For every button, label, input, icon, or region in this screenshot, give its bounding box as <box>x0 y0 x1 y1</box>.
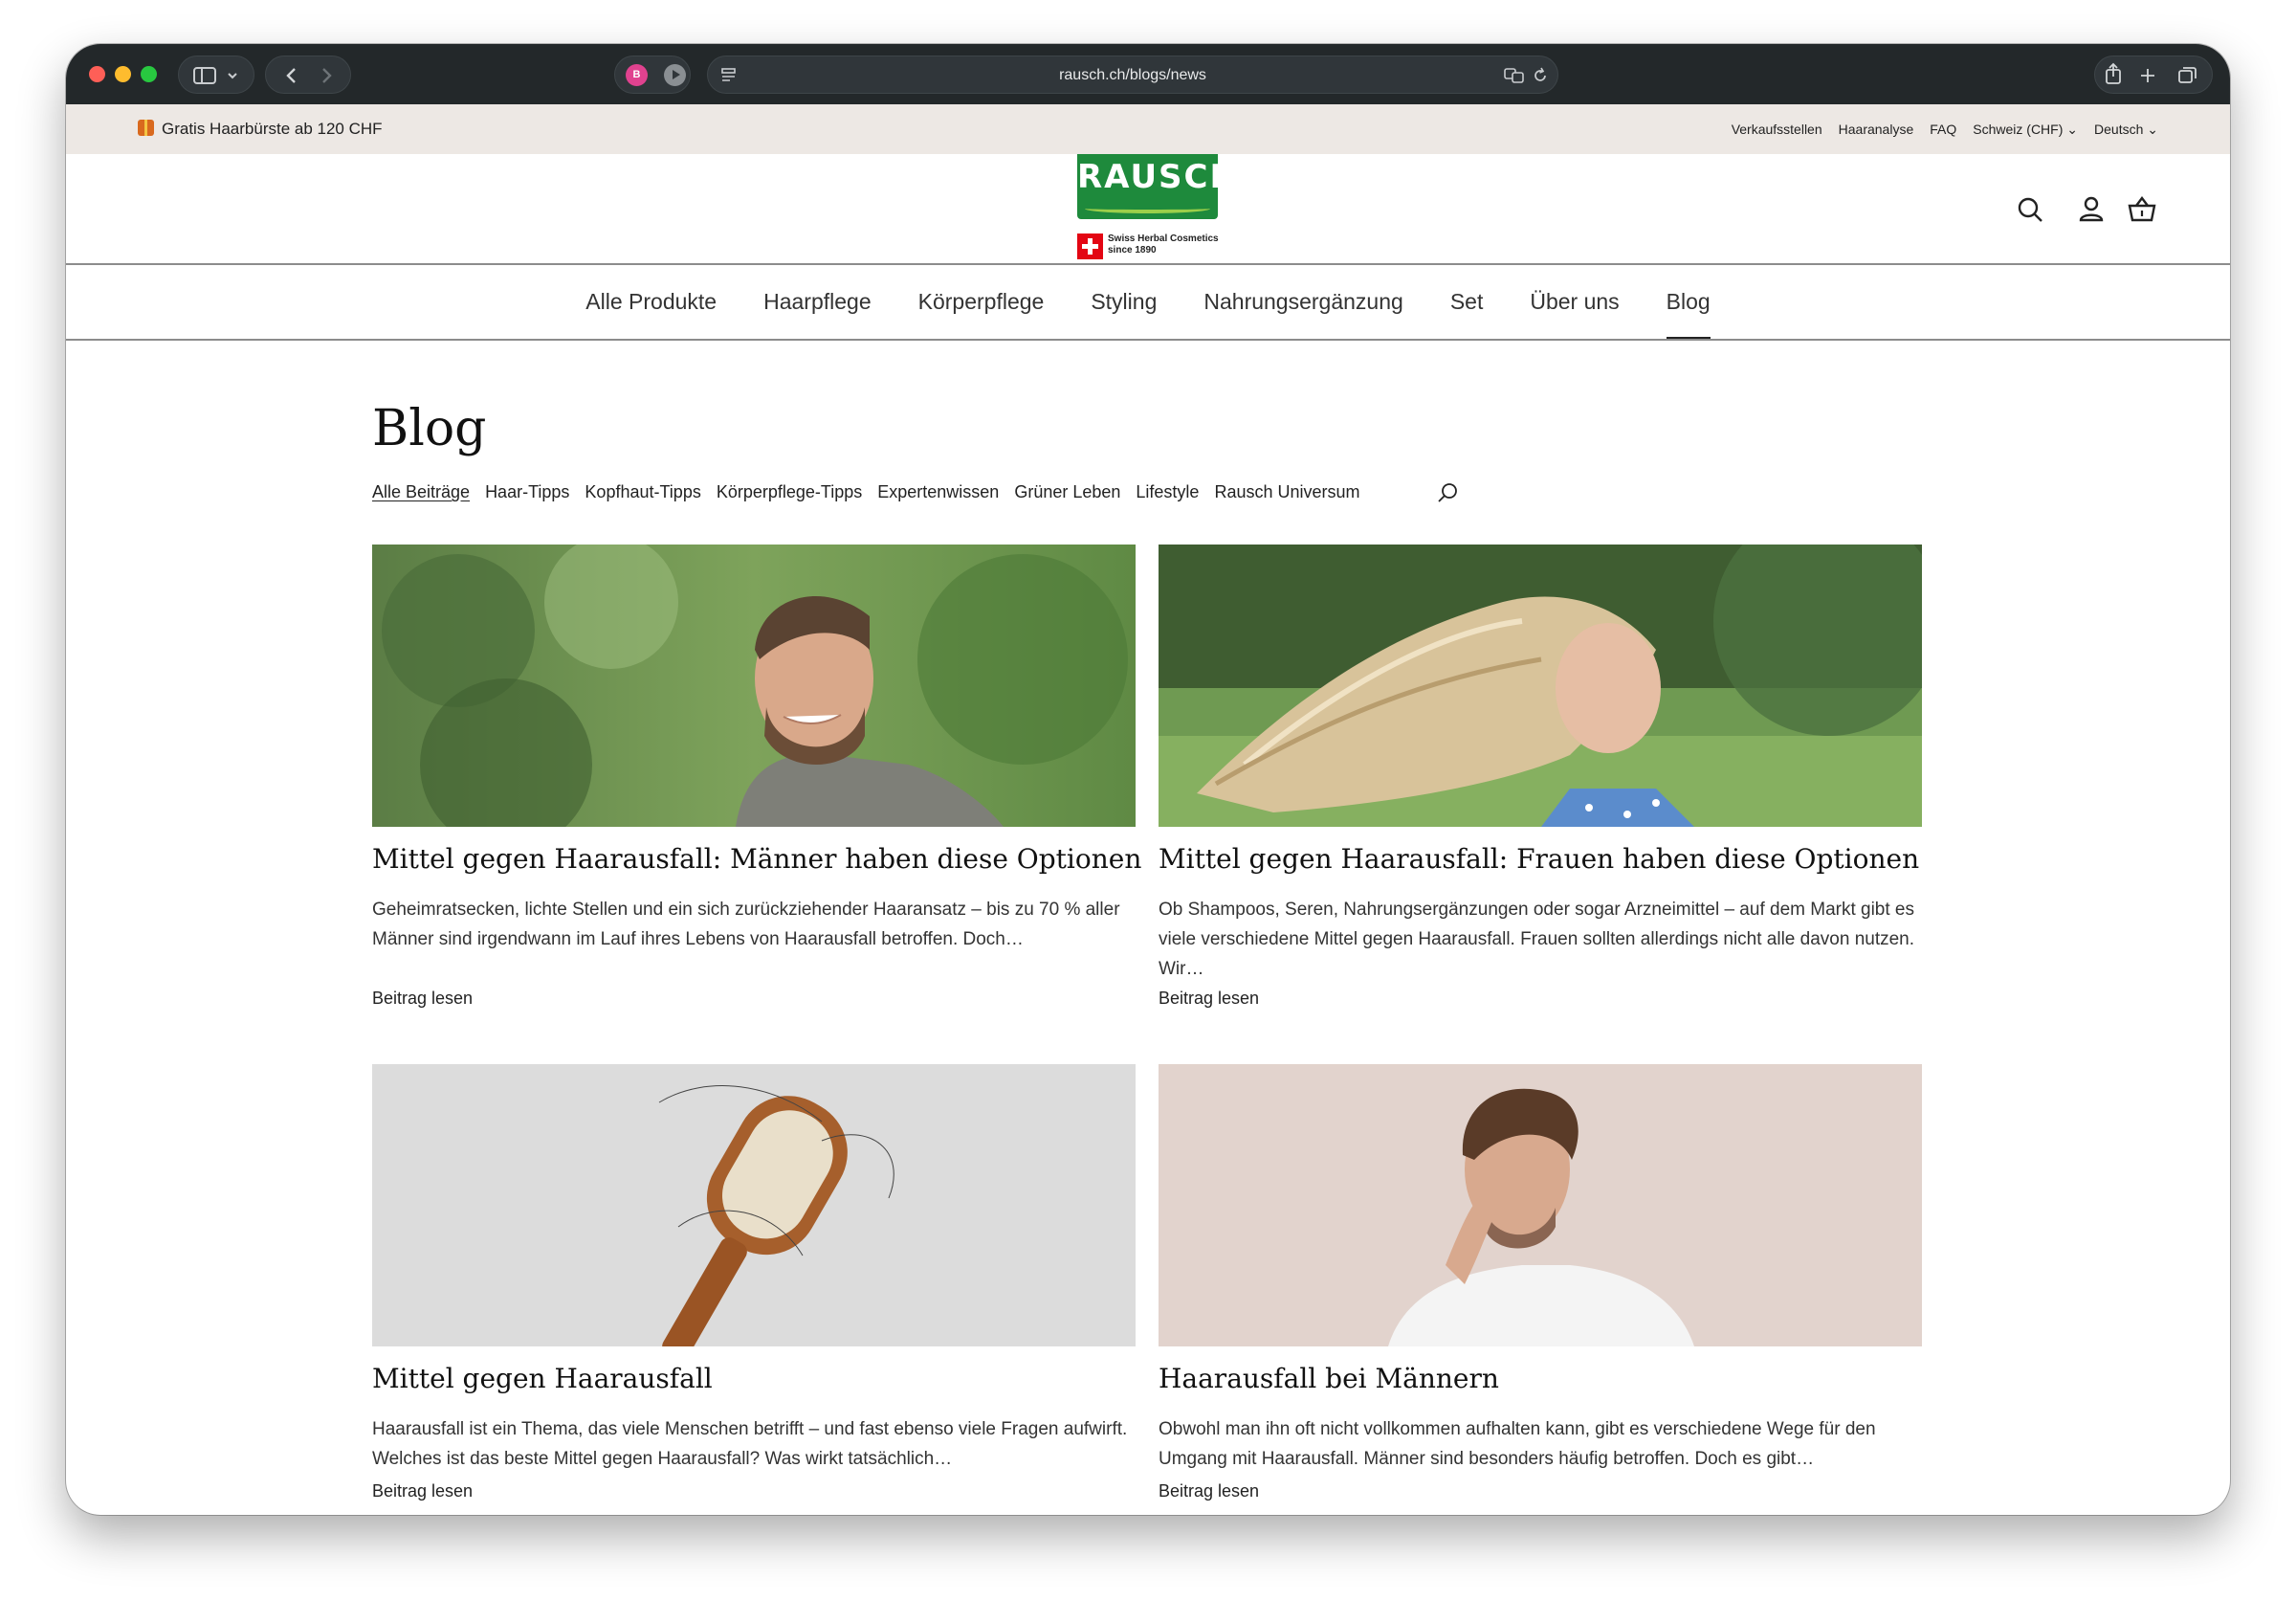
zoom-window-button[interactable] <box>141 66 157 82</box>
link-verkaufsstellen[interactable]: Verkaufsstellen <box>1732 104 1822 154</box>
window-actions <box>2094 56 2213 94</box>
post-image-man-outdoors[interactable] <box>372 545 1136 827</box>
cart-icon[interactable] <box>2125 192 2159 227</box>
utility-links: Verkaufsstellen Haaranalyse FAQ Schweiz … <box>1732 104 2158 154</box>
blog-post-card[interactable]: Haarausfall bei Männern Obwohl man ihn o… <box>1159 1064 1922 1514</box>
nav-set[interactable]: Set <box>1450 265 1484 339</box>
read-more-link[interactable]: Beitrag lesen <box>372 1481 473 1501</box>
account-icon[interactable] <box>2074 192 2108 227</box>
tagline-line-1: Swiss Herbal Cosmetics <box>1108 233 1219 244</box>
new-tab-icon[interactable] <box>2141 69 2154 82</box>
swiss-flag-icon <box>1077 233 1103 259</box>
category-kopfhaut-tipps[interactable]: Kopfhaut-Tipps <box>585 482 700 502</box>
share-icon[interactable] <box>2106 62 2121 84</box>
post-title[interactable]: Mittel gegen Haarausfall <box>372 1363 713 1394</box>
category-haar-tipps[interactable]: Haar-Tipps <box>485 482 569 502</box>
announcement-bar: Gratis Haarbürste ab 120 CHF Verkaufsste… <box>66 104 2230 154</box>
blog-post-card[interactable]: Mittel gegen Haarausfall Haarausfall ist… <box>372 1064 1136 1514</box>
blog-search-icon[interactable] <box>1434 480 1461 507</box>
post-excerpt: Obwohl man ihn oft nicht vollkommen aufh… <box>1159 1419 1876 1469</box>
address-bar[interactable]: rausch.ch/blogs/news <box>707 56 1558 94</box>
rausch-logo[interactable]: RAUSCH <box>1077 154 1239 219</box>
category-lifestyle[interactable]: Lifestyle <box>1136 482 1199 502</box>
post-image-woman-hair[interactable] <box>1159 545 1922 827</box>
nav-nahrungsergaenzung[interactable]: Nahrungsergänzung <box>1203 265 1402 339</box>
nav-haarpflege[interactable]: Haarpflege <box>763 265 872 339</box>
link-faq[interactable]: FAQ <box>1930 104 1956 154</box>
read-more-link[interactable]: Beitrag lesen <box>372 989 473 1009</box>
category-gruener-leben[interactable]: Grüner Leben <box>1014 482 1120 502</box>
post-image-man-portrait[interactable] <box>1159 1064 1922 1346</box>
category-alle-beitraege[interactable]: Alle Beiträge <box>372 482 470 502</box>
extension-play-icon[interactable] <box>664 64 686 86</box>
post-excerpt: Geheimratsecken, lichte Stellen und ein … <box>372 900 1120 949</box>
tab-overview-icon[interactable] <box>2178 67 2197 83</box>
promo-text[interactable]: Gratis Haarbürste ab 120 CHF <box>138 104 383 154</box>
blog-post-card[interactable]: Mittel gegen Haarausfall: Frauen haben d… <box>1159 545 1922 1023</box>
nav-blog[interactable]: Blog <box>1666 265 1711 339</box>
sidebar-icon <box>193 67 237 84</box>
browser-window: B rausch.ch/blogs/news Gratis Haarbürste… <box>66 44 2230 1515</box>
currency-selector[interactable]: Schweiz (CHF) ⌄ <box>1973 104 2078 154</box>
promo-label: Gratis Haarbürste ab 120 CHF <box>162 120 383 138</box>
page-title: Blog <box>372 400 487 457</box>
forward-icon[interactable] <box>322 68 332 83</box>
logo-tagline: Swiss Herbal Cosmetics since 1890 <box>1108 233 1219 256</box>
tagline-line-2: since 1890 <box>1108 245 1157 256</box>
extension-b-icon[interactable]: B <box>626 64 648 86</box>
url-text: rausch.ch/blogs/news <box>1059 67 1206 83</box>
minimize-window-button[interactable] <box>115 66 131 82</box>
nav-ueber-uns[interactable]: Über uns <box>1530 265 1619 339</box>
main-navigation: Alle Produkte Haarpflege Körperpflege St… <box>66 265 2230 341</box>
browser-toolbar: B rausch.ch/blogs/news <box>66 44 2230 104</box>
category-rausch-universum[interactable]: Rausch Universum <box>1214 482 1359 502</box>
post-title[interactable]: Mittel gegen Haarausfall: Männer haben d… <box>372 843 1141 875</box>
nav-koerperpflege[interactable]: Körperpflege <box>918 265 1045 339</box>
language-selector[interactable]: Deutsch ⌄ <box>2094 104 2158 154</box>
post-excerpt: Haarausfall ist ein Thema, das viele Men… <box>372 1419 1128 1469</box>
category-expertenwissen[interactable]: Expertenwissen <box>877 482 999 502</box>
read-more-link[interactable]: Beitrag lesen <box>1159 1481 1259 1501</box>
post-image-hairbrush[interactable] <box>372 1064 1136 1346</box>
post-title[interactable]: Mittel gegen Haarausfall: Frauen haben d… <box>1159 843 1919 875</box>
read-more-link[interactable]: Beitrag lesen <box>1159 989 1259 1009</box>
logo-text: RAUSCH <box>1077 158 1239 196</box>
reload-icon[interactable] <box>1531 66 1550 85</box>
blog-post-card[interactable]: Mittel gegen Haarausfall: Männer haben d… <box>372 545 1141 1023</box>
translate-icon[interactable] <box>1504 66 1525 85</box>
post-title[interactable]: Haarausfall bei Männern <box>1159 1363 1499 1394</box>
site-header: RAUSCH Swiss Herbal Cosmetics since 1890 <box>66 154 2230 265</box>
close-window-button[interactable] <box>89 66 105 82</box>
search-icon[interactable] <box>2013 192 2047 227</box>
history-nav <box>265 56 351 94</box>
back-icon[interactable] <box>286 68 296 83</box>
logo-swoosh <box>1085 204 1210 213</box>
post-excerpt: Ob Shampoos, Seren, Nahrungsergänzungen … <box>1159 900 1915 979</box>
link-haaranalyse[interactable]: Haaranalyse <box>1839 104 1914 154</box>
nav-alle-produkte[interactable]: Alle Produkte <box>585 265 717 339</box>
nav-styling[interactable]: Styling <box>1091 265 1157 339</box>
blog-category-filter: Alle Beiträge Haar-Tipps Kopfhaut-Tipps … <box>372 482 1360 502</box>
sidebar-toggle-button[interactable] <box>178 56 254 94</box>
category-koerperpflege-tipps[interactable]: Körperpflege-Tipps <box>717 482 862 502</box>
gift-icon <box>138 120 154 136</box>
